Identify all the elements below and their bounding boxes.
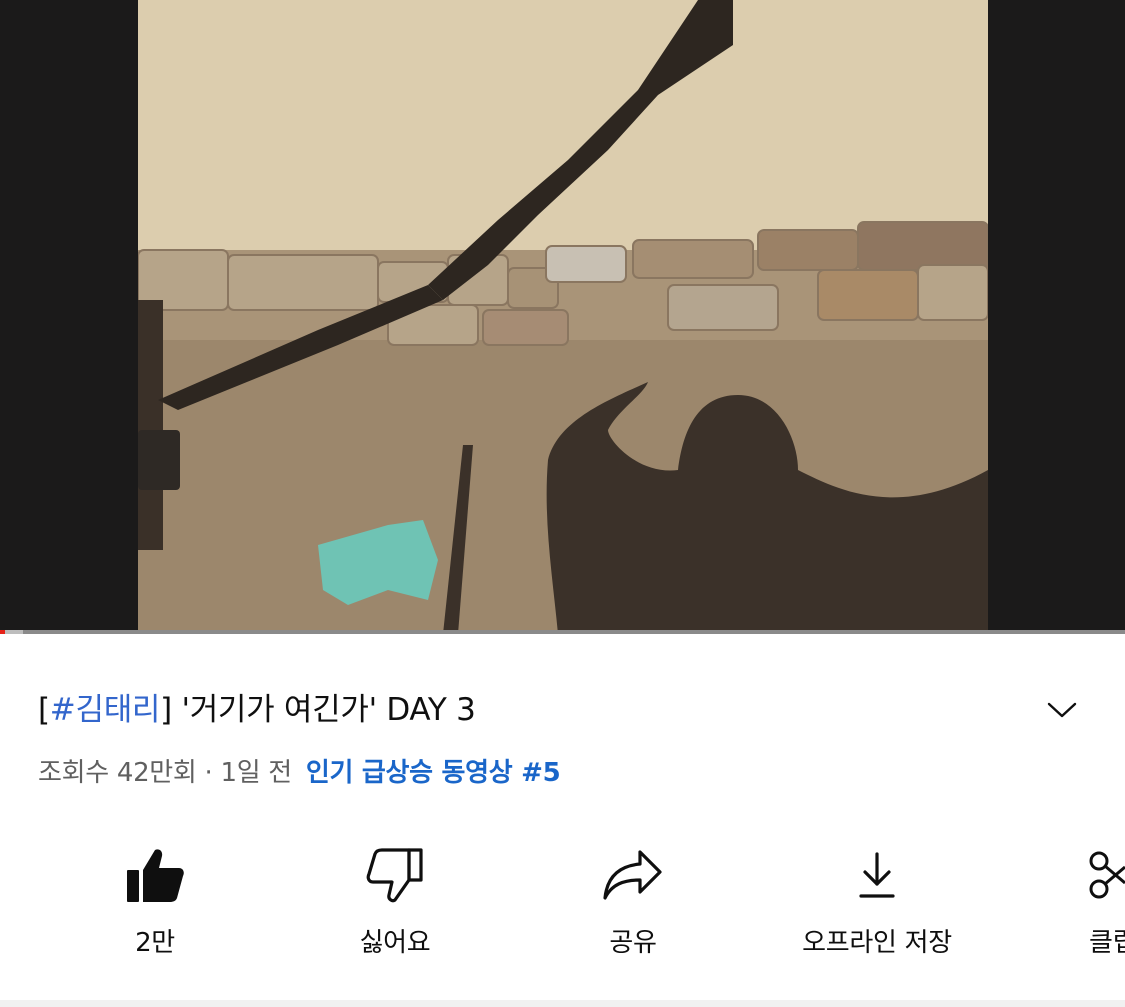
action-bar: 2만 싫어요 공유 오프라인 저장 클립 bbox=[0, 840, 1125, 980]
section-divider bbox=[0, 1000, 1125, 1007]
share-icon bbox=[603, 850, 662, 900]
video-frame[interactable] bbox=[138, 0, 988, 634]
video-player[interactable] bbox=[0, 0, 1125, 634]
share-label: 공유 bbox=[609, 928, 657, 958]
progress-played bbox=[0, 630, 5, 634]
dislike-label: 싫어요 bbox=[359, 928, 431, 958]
title-bracket-close: ] bbox=[160, 692, 172, 728]
clip-button[interactable]: 클립 bbox=[1075, 840, 1125, 970]
video-title[interactable]: [#김태리] '거기가 여긴가' DAY 3 bbox=[38, 684, 1038, 729]
expand-description-button[interactable] bbox=[1040, 690, 1084, 730]
download-label: 오프라인 저장 bbox=[802, 928, 952, 958]
trending-badge-link[interactable]: 인기 급상승 동영상 #5 bbox=[306, 758, 561, 788]
chevron-down-icon bbox=[1047, 702, 1077, 718]
like-count: 2만 bbox=[135, 928, 175, 958]
title-text: '거기가 여긴가' DAY 3 bbox=[171, 692, 476, 728]
view-count: 조회수 42만회 bbox=[38, 758, 197, 788]
video-metadata: 조회수 42만회 · 1일 전 인기 급상승 동영상 #5 bbox=[38, 752, 561, 789]
title-hashtag-link[interactable]: #김태리 bbox=[50, 692, 161, 728]
meta-separator: · bbox=[196, 758, 221, 788]
share-button[interactable]: 공유 bbox=[578, 840, 688, 970]
clip-scissors-icon bbox=[1089, 851, 1125, 899]
thumbs-up-icon bbox=[127, 849, 184, 902]
title-bracket-open: [ bbox=[38, 692, 50, 728]
upload-time: 1일 전 bbox=[220, 758, 292, 788]
thumbs-down-icon bbox=[366, 848, 423, 903]
download-button[interactable]: 오프라인 저장 bbox=[787, 840, 967, 970]
progress-bar[interactable] bbox=[0, 630, 1125, 634]
dislike-button[interactable]: 싫어요 bbox=[340, 840, 450, 970]
download-icon bbox=[859, 852, 895, 898]
clip-label: 클립 bbox=[1089, 928, 1125, 958]
video-thumbnail-image bbox=[138, 0, 988, 634]
like-button[interactable]: 2만 bbox=[100, 840, 210, 970]
